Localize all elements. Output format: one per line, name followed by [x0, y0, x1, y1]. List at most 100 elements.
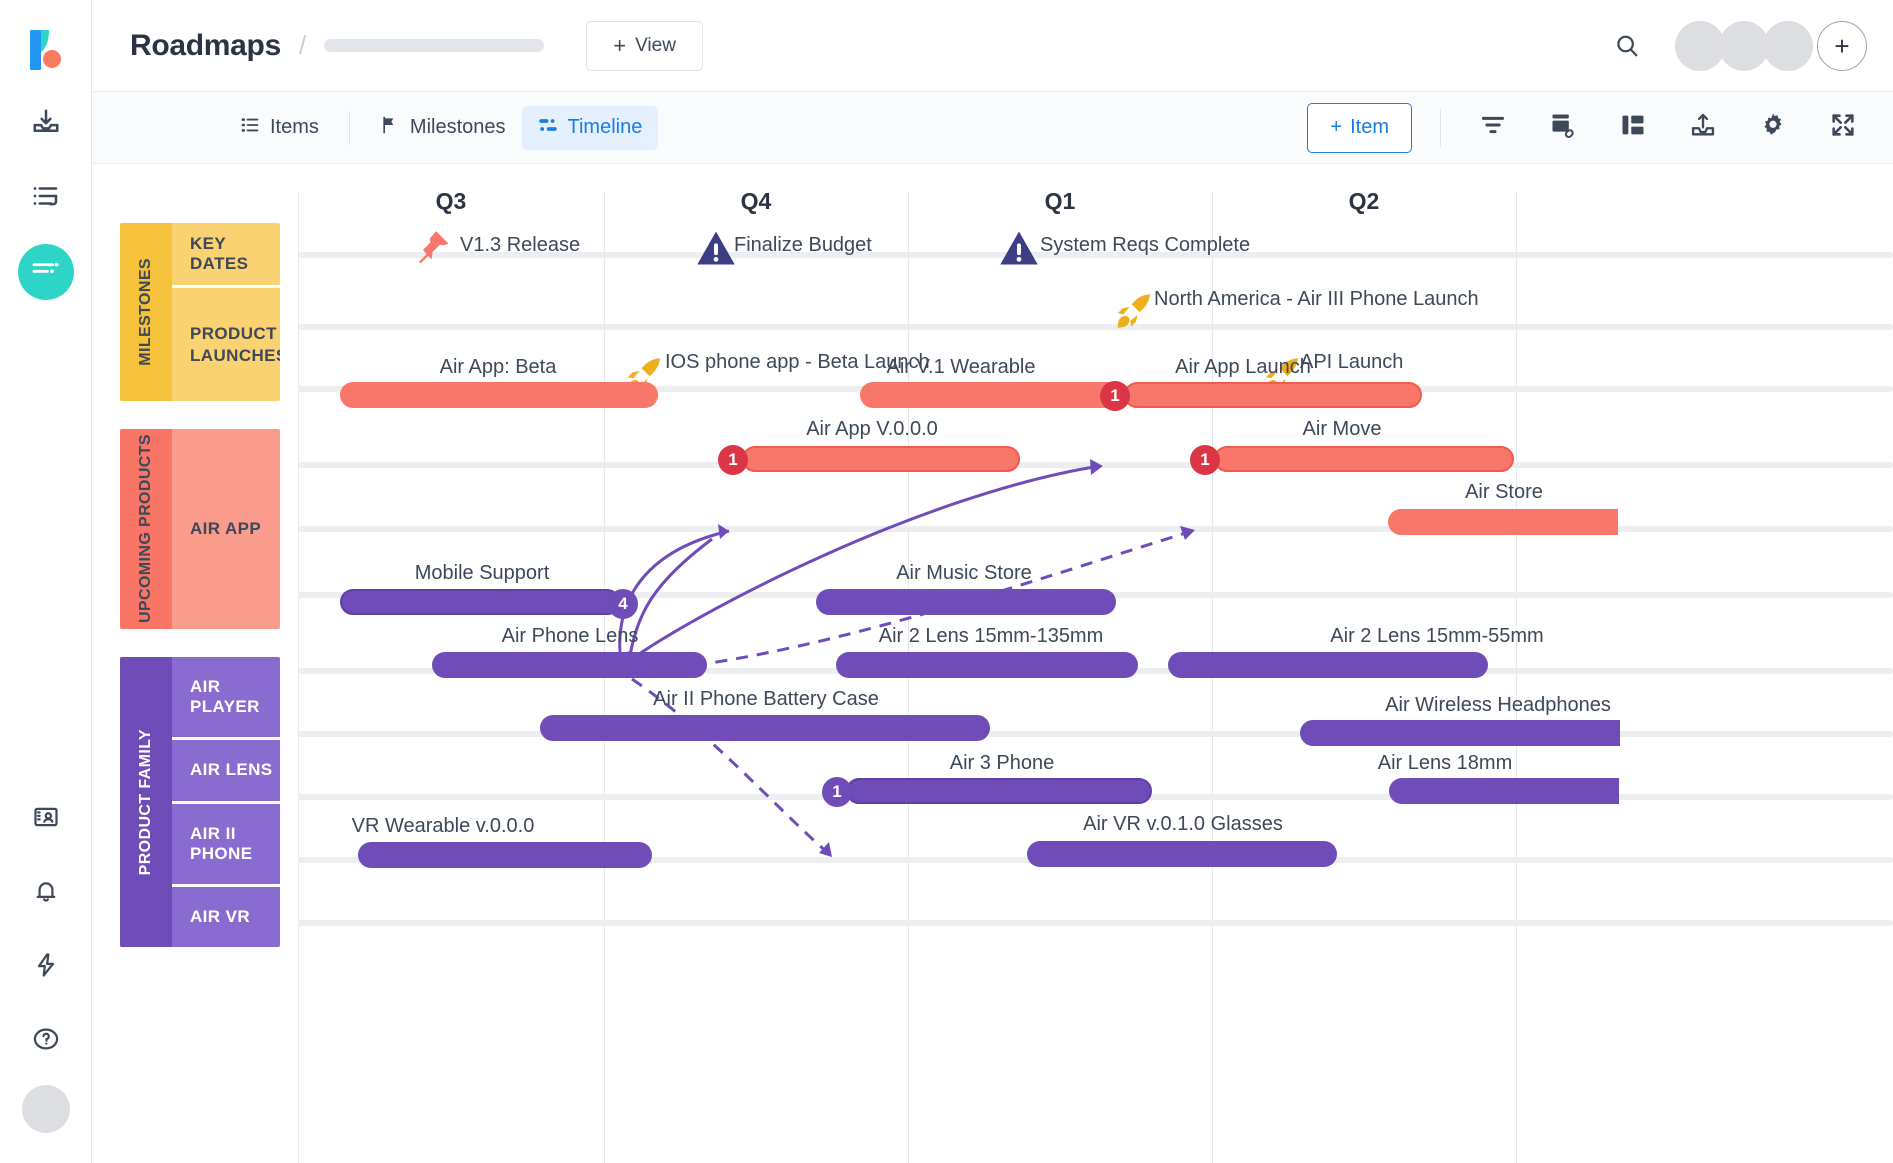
bar-label[interactable]: Air VR v.0.1.0 Glasses [1083, 813, 1283, 836]
dependency-badge[interactable]: 4 [608, 589, 638, 619]
milestone-label[interactable]: Finalize Budget [734, 234, 872, 257]
swimlane-row-product-launches[interactable]: PRODUCT LAUNCHES [172, 285, 280, 401]
timeline-bar[interactable] [1388, 509, 1618, 535]
toolbar-right-group: + Item [1307, 103, 1867, 153]
group-title: PRODUCT FAMILY [137, 729, 155, 875]
sidebar-item-inbox-download[interactable] [18, 96, 74, 152]
dependency-badge[interactable]: 1 [718, 445, 748, 475]
dependency-button[interactable] [1539, 104, 1587, 152]
dependency-badge[interactable]: 1 [1100, 381, 1130, 411]
warning-icon[interactable] [694, 226, 738, 275]
row-rail [298, 526, 1893, 532]
layout-panel-button[interactable] [1609, 104, 1657, 152]
bar-label[interactable]: Air Move [1303, 418, 1382, 441]
timeline-bar[interactable] [340, 382, 658, 408]
filter-icon [1479, 111, 1507, 144]
sidebar-item-roadmap[interactable] [18, 244, 74, 300]
bar-label[interactable]: VR Wearable v.0.0.0 [352, 815, 535, 838]
avatar[interactable] [22, 1085, 70, 1133]
sidebar-item-help[interactable] [18, 1013, 74, 1069]
breadcrumb-placeholder [324, 39, 544, 52]
add-item-button[interactable]: + Item [1307, 103, 1412, 153]
row-rail [298, 462, 1893, 468]
list-icon [240, 115, 260, 141]
add-member-button[interactable]: + [1817, 21, 1867, 71]
timeline-bar[interactable] [860, 382, 1130, 408]
timeline-bar[interactable] [1300, 720, 1620, 746]
row-label: KEY DATES [190, 234, 280, 274]
timeline-bar[interactable] [432, 652, 707, 678]
avatar[interactable] [1675, 21, 1725, 71]
timeline-bar[interactable] [1124, 382, 1422, 408]
sidebar-item-integrations[interactable] [18, 939, 74, 995]
swimlane-group-milestones[interactable]: MILESTONES KEY DATES PRODUCT LAUNCHES [120, 223, 280, 401]
bar-label[interactable]: Air App Launch [1175, 356, 1311, 379]
plus-icon: + [1330, 116, 1342, 139]
timeline-bar[interactable] [836, 652, 1138, 678]
bar-label[interactable]: Air 3 Phone [950, 752, 1055, 775]
milestone-label[interactable]: North America - Air III Phone Launch [1154, 288, 1479, 311]
add-view-button[interactable]: + View [586, 21, 703, 71]
fullscreen-button[interactable] [1819, 104, 1867, 152]
timeline-canvas[interactable]: Q3 Q4 Q1 Q2 MI [92, 164, 1893, 1163]
search-icon[interactable] [1613, 32, 1641, 60]
bar-label[interactable]: Air Lens 18mm [1378, 752, 1513, 775]
tab-items[interactable]: Items [224, 106, 335, 150]
timeline-bar[interactable] [816, 589, 1116, 615]
timeline-bar[interactable] [1389, 778, 1619, 804]
milestone-label[interactable]: V1.3 Release [460, 234, 580, 257]
row-label: AIR VR [190, 907, 250, 927]
timeline-bar[interactable] [1214, 446, 1514, 472]
row-label: PRODUCT LAUNCHES [190, 323, 280, 366]
pin-icon[interactable] [410, 226, 454, 275]
bar-label[interactable]: Mobile Support [415, 562, 550, 585]
bar-label[interactable]: Air Store [1465, 481, 1543, 504]
timeline-bar[interactable] [846, 778, 1152, 804]
header-right-group: + [1613, 21, 1867, 71]
rocket-icon[interactable] [1112, 290, 1156, 339]
swimlane-row-air-lens[interactable]: AIR LENS [172, 737, 280, 800]
tab-milestones[interactable]: Milestones [364, 106, 522, 150]
sidebar-item-contacts[interactable] [18, 791, 74, 847]
upload-button[interactable] [1679, 104, 1727, 152]
swimlane-row-air-vr[interactable]: AIR VR [172, 884, 280, 947]
bar-label[interactable]: Air Music Store [896, 562, 1032, 585]
bar-label[interactable]: Air App: Beta [440, 356, 557, 379]
bar-label[interactable]: Air App V.0.0.0 [806, 418, 938, 441]
group-title: MILESTONES [137, 258, 155, 366]
warning-icon[interactable] [997, 226, 1041, 275]
toolbar-divider [1440, 109, 1441, 147]
swimlane-row-air-ii-phone[interactable]: AIR II PHONE [172, 801, 280, 884]
bar-label[interactable]: Air 2 Lens 15mm-55mm [1330, 625, 1543, 648]
timeline-bar[interactable] [540, 715, 990, 741]
swimlane-group-product-family[interactable]: PRODUCT FAMILY AIR PLAYER AIR LENS AIR I… [120, 657, 280, 947]
roadmap-icon [30, 254, 62, 291]
swimlane-row-air-player[interactable]: AIR PLAYER [172, 657, 280, 737]
roadmunk-logo[interactable] [18, 22, 74, 78]
timeline-bar[interactable] [742, 446, 1020, 472]
bar-label[interactable]: Air II Phone Battery Case [653, 688, 879, 711]
sidebar-item-list-reply[interactable] [18, 170, 74, 226]
avatar[interactable] [1719, 21, 1769, 71]
timeline-bar[interactable] [358, 842, 652, 868]
swimlane-row-air-app[interactable]: AIR APP [172, 429, 280, 629]
tab-timeline[interactable]: Timeline [522, 106, 659, 150]
bar-label[interactable]: Air V.1 Wearable [887, 356, 1036, 379]
group-rows: KEY DATES PRODUCT LAUNCHES [172, 223, 280, 401]
swimlane-row-key-dates[interactable]: KEY DATES [172, 223, 280, 285]
timeline-bar[interactable] [1168, 652, 1488, 678]
timeline-bar[interactable] [340, 589, 620, 615]
swimlane-group-upcoming-products[interactable]: UPCOMING PRODUCTS AIR APP [120, 429, 280, 629]
filter-button[interactable] [1469, 104, 1517, 152]
dependency-badge[interactable]: 1 [1190, 445, 1220, 475]
milestone-label[interactable]: API Launch [1300, 351, 1403, 374]
dependency-badge[interactable]: 1 [822, 777, 852, 807]
avatar[interactable] [1763, 21, 1813, 71]
timeline-bar[interactable] [1027, 841, 1337, 867]
settings-button[interactable] [1749, 104, 1797, 152]
sidebar-item-notifications[interactable] [18, 865, 74, 921]
bar-label[interactable]: Air Phone Lens [502, 625, 639, 648]
milestone-label[interactable]: System Reqs Complete [1040, 234, 1250, 257]
bar-label[interactable]: Air Wireless Headphones [1385, 694, 1611, 717]
bar-label[interactable]: Air 2 Lens 15mm-135mm [879, 625, 1104, 648]
